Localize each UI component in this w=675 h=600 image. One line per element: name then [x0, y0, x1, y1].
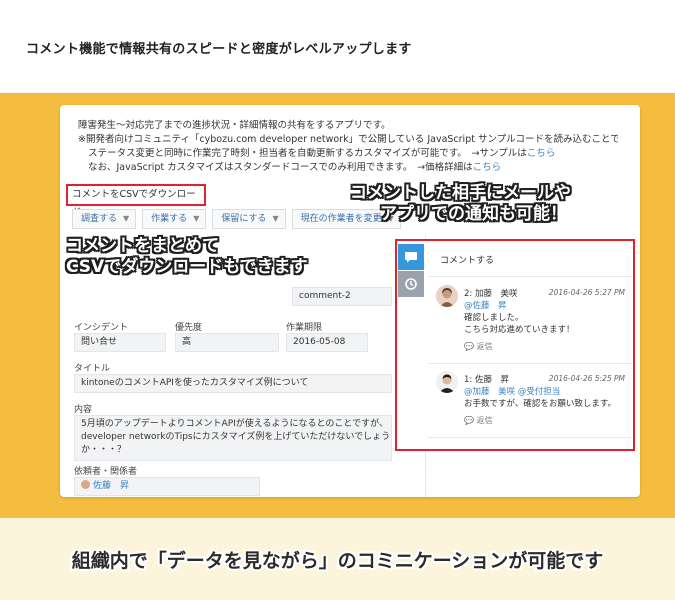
content-line: 5月頃のアップデートよりコメントAPIが使えるようになるとのことですが、 [81, 419, 388, 429]
pricing-link[interactable]: こちら [473, 162, 502, 173]
comment-field-value: comment-2 [292, 287, 392, 306]
comment-item: 1: 佐藤 昇 2016-04-26 5:25 PM @加藤 美咲 @受付担当 … [428, 371, 633, 441]
avatar [436, 371, 458, 393]
content-value: 5月頃のアップデートよりコメントAPIが使えるようになるとのことですが、 dev… [74, 415, 392, 461]
description-text: なお、JavaScript カスタマイズはスタンダードコースでのみ利用できます。… [88, 162, 473, 173]
content-line: developer networkのTipsにカスタマイズ例を上げていただけない… [81, 432, 391, 442]
reply-icon: 💬 [464, 342, 477, 351]
side-tab-bar [398, 244, 424, 297]
requester-label: 依頼者・関係者 [74, 467, 138, 477]
callout-line: アプリでの通知も可能！ [380, 204, 567, 224]
reply-link[interactable]: 💬 返信 [464, 341, 493, 352]
csv-callout: コメントをまとめて CSVでダウンロードもできます [66, 236, 308, 278]
comment-mention[interactable]: @加藤 美咲 @受付担当 [464, 386, 560, 398]
callout-line: コメントした相手にメールや [350, 183, 571, 203]
comment-input-placeholder: コメントする [440, 256, 495, 266]
avatar [436, 285, 458, 307]
title-label: タイトル [74, 364, 111, 374]
action-label: 保留にする [221, 214, 267, 224]
comment-separator [428, 437, 633, 438]
action-work-button[interactable]: 作業する ▼ [142, 209, 207, 229]
reply-label: 返信 [476, 416, 493, 425]
requester-name[interactable]: 佐藤 昇 [93, 481, 129, 491]
deadline-label: 作業期限 [286, 323, 323, 333]
csv-download-button[interactable]: コメントをCSVでダウンロード [66, 184, 206, 218]
comment-panel: コメントする 2: 加藤 美咲 2016-04-26 5:27 PM @佐藤 昇… [395, 239, 635, 451]
comment-body: お手数ですが、確認をお願い致します。 [464, 399, 616, 409]
action-label: 調査する [81, 214, 118, 224]
notification-callout: コメントした相手にメールや アプリでの通知も可能！ [350, 183, 571, 225]
content-label: 内容 [74, 405, 93, 415]
user-icon [81, 480, 90, 489]
description-line: ※開発者向けコミュニティ「cybozu.com developer networ… [78, 134, 618, 145]
description-line: ステータス変更と同時に作業完了時刻・担当者を自動更新するカスタマイズが可能です。… [78, 147, 618, 161]
page-heading: コメント機能で情報共有のスピードと密度がレベルアップします [26, 42, 412, 57]
callout-line: CSVでダウンロードもできます [66, 257, 308, 277]
chevron-down-icon: ▼ [272, 214, 279, 223]
app-description: 障害発生～対応完了までの進捗状況・詳細情報の共有をするアプリです。 ※開発者向け… [78, 119, 618, 175]
history-tab[interactable] [398, 271, 424, 297]
comment-input-box[interactable]: コメントする [428, 241, 633, 277]
bottom-caption: 組織内で「データを見ながら」のコミニケーションが可能です [71, 550, 604, 572]
speech-bubble-icon [405, 252, 417, 263]
description-line: 障害発生～対応完了までの進捗状況・詳細情報の共有をするアプリです。 [78, 120, 391, 131]
history-icon [405, 278, 417, 290]
comments-tab[interactable] [398, 244, 424, 270]
action-label: 作業する [151, 214, 188, 224]
comment-date: 2016-04-26 5:27 PM [548, 288, 625, 297]
comment-mention[interactable]: @佐藤 昇 [464, 300, 507, 312]
content-line: か・・・？ [81, 445, 127, 455]
kintone-app-window: 障害発生～対応完了までの進捗状況・詳細情報の共有をするアプリです。 ※開発者向け… [60, 105, 640, 497]
comment-author: 1: 佐藤 昇 [464, 375, 509, 385]
action-hold-button[interactable]: 保留にする ▼ [212, 209, 286, 229]
comment-item: 2: 加藤 美咲 2016-04-26 5:27 PM @佐藤 昇 確認しました… [428, 285, 633, 357]
comment-body: こちら対応進めていきます！ [464, 325, 575, 335]
reply-icon: 💬 [464, 416, 477, 425]
deadline-value: 2016-05-08 [286, 333, 368, 352]
incident-value: 問い合せ [74, 333, 166, 352]
sample-link[interactable]: こちら [527, 148, 556, 159]
description-text: ステータス変更と同時に作業完了時刻・担当者を自動更新するカスタマイズが可能です。… [88, 148, 527, 159]
requester-value: 佐藤 昇 [74, 477, 260, 496]
reply-link[interactable]: 💬 返信 [464, 415, 493, 426]
comment-separator [428, 363, 633, 364]
reply-label: 返信 [476, 342, 493, 351]
title-value: kintoneのコメントAPIを使ったカスタマイズ例について [74, 374, 392, 393]
chevron-down-icon: ▼ [123, 214, 130, 223]
priority-value: 高 [175, 333, 279, 352]
priority-label: 優先度 [175, 323, 203, 333]
description-line: なお、JavaScript カスタマイズはスタンダードコースでのみ利用できます。… [78, 161, 618, 175]
comment-body: 確認しました。 [464, 313, 524, 323]
comment-author: 2: 加藤 美咲 [464, 289, 518, 299]
comment-date: 2016-04-26 5:25 PM [548, 374, 625, 383]
action-investigate-button[interactable]: 調査する ▼ [72, 209, 137, 229]
incident-label: インシデント [74, 323, 129, 333]
callout-line: コメントをまとめて [66, 236, 219, 256]
chevron-down-icon: ▼ [193, 214, 200, 223]
